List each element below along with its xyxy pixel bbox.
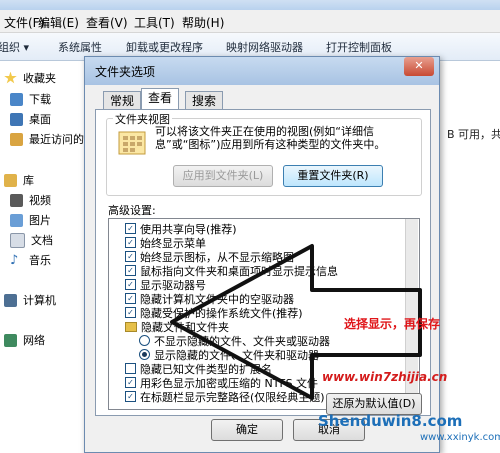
watermark-url-small: www.xxinyk.com	[420, 432, 500, 443]
annotation-text: 选择显示，再保存	[344, 317, 441, 331]
watermark-logo: Shenduwin8.com	[318, 412, 463, 430]
watermark-url: www.win7zhijia.cn	[322, 370, 448, 384]
